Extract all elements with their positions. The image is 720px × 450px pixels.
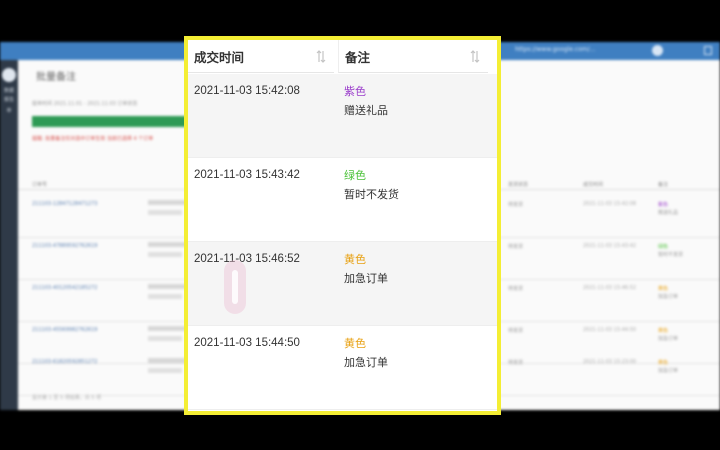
sidebar-item-report[interactable]: 报告 [2, 97, 16, 104]
product-info [148, 284, 188, 289]
page-title: 批量备注 [36, 72, 76, 83]
menu-icon[interactable] [704, 46, 712, 55]
color-tag: 黄色 [658, 328, 669, 334]
color-tag: 黄色 [344, 337, 366, 350]
product-info [148, 336, 182, 341]
deal-time: 2021-11-03 15:42:08 [194, 85, 300, 97]
note-cell: 紫色 赠送礼品 [344, 83, 388, 121]
color-tag: 绿色 [344, 169, 366, 182]
status-text: 待发货 [508, 286, 524, 292]
logo-icon [2, 68, 16, 82]
highlighted-table-panel: 成交时间 备注 2021-11-03 15:42:08 紫色 赠送礼品 2021… [184, 36, 501, 415]
sort-icon[interactable] [470, 50, 480, 63]
color-tag: 紫色 [344, 85, 366, 98]
header-time[interactable]: 成交时间 [188, 40, 334, 73]
note-cell: 黄色 加急订单 [344, 251, 388, 289]
status-text: 待发货 [508, 202, 524, 208]
product-info [148, 252, 182, 257]
order-id[interactable]: 211103-45569982762619 [32, 327, 97, 333]
sort-icon[interactable] [316, 50, 326, 63]
status-text: 待发货 [508, 360, 524, 366]
note-text: 加急订单 [344, 356, 388, 369]
header-order-id[interactable]: 订单号 [32, 181, 47, 188]
product-info [148, 210, 182, 215]
note-text: 加急订单 [658, 294, 679, 300]
time-text: 2021-11-03 15:42:08 [583, 201, 637, 207]
product-info [148, 326, 188, 331]
order-id[interactable]: 211103-61820592851272 [32, 359, 97, 365]
status-text: 待发货 [508, 244, 524, 250]
header-note-label: 备注 [345, 50, 371, 65]
note-text: 暂时不发货 [344, 188, 399, 201]
order-id[interactable]: 211103-47889592762619 [32, 243, 97, 249]
note-text: 暂时不发货 [658, 252, 684, 258]
warning-text: 提醒: 批量备注仅对选中订单生效 当前已选择 4 个订单 [32, 136, 154, 142]
note-cell: 绿色 暂时不发货 [344, 167, 399, 205]
product-info [148, 200, 188, 205]
time-text: 2021-11-03 15:46:52 [583, 285, 637, 291]
deal-time: 2021-11-03 15:46:52 [194, 253, 300, 265]
sidebar-item-order[interactable]: 单 [2, 108, 16, 115]
sidebar: 数据 报告 单 [0, 60, 18, 410]
header-time[interactable]: 成交时间 [583, 181, 603, 188]
note-text: 加急订单 [658, 336, 679, 342]
url-text: https://www.google.com/... [515, 46, 596, 53]
header-note[interactable]: 备注 [338, 40, 488, 73]
header-note[interactable]: 备注 [658, 181, 668, 188]
color-tag: 紫色 [658, 202, 669, 208]
color-tag: 绿色 [658, 244, 669, 250]
table-row[interactable]: 2021-11-03 15:44:50 黄色 加急订单 [188, 326, 497, 410]
deal-time: 2021-11-03 15:43:42 [194, 169, 300, 181]
order-id[interactable]: 211103-40120542185272 [32, 285, 97, 291]
time-text: 2021-11-03 15:44:50 [583, 327, 637, 333]
status-text: 待发货 [508, 328, 524, 334]
product-info [148, 242, 188, 247]
header-status[interactable]: 发货状态 [508, 181, 528, 188]
action-button-group[interactable] [32, 116, 197, 127]
product-info [148, 358, 188, 363]
order-id[interactable]: 211103-12847128471273 [32, 201, 97, 207]
table-footer: 显示第 1 至 5 项结果，共 5 项 [32, 395, 102, 401]
filter-bar[interactable]: 提单时间 2021.11.01 - 2021.11.03 订单状态 [32, 100, 137, 107]
table-row[interactable]: 2021-11-03 15:42:08 紫色 赠送礼品 [188, 74, 497, 158]
color-tag: 黄色 [658, 286, 669, 292]
note-text: 加急订单 [658, 368, 679, 374]
table-row[interactable]: 2021-11-03 15:43:42 绿色 暂时不发货 [188, 158, 497, 242]
note-text: 加急订单 [344, 272, 388, 285]
time-text: 2021-11-03 15:23:00 [583, 359, 637, 365]
note-cell: 黄色 加急订单 [344, 335, 388, 373]
time-text: 2021-11-03 15:43:42 [583, 243, 637, 249]
color-tag: 黄色 [344, 253, 366, 266]
note-text: 赠送礼品 [344, 104, 388, 117]
header-time-label: 成交时间 [194, 50, 245, 65]
avatar[interactable] [652, 45, 663, 56]
product-info [148, 294, 182, 299]
sidebar-item-data[interactable]: 数据 [2, 88, 16, 95]
cursor-icon [224, 260, 246, 314]
deal-time: 2021-11-03 15:44:50 [194, 337, 300, 349]
product-info [148, 368, 182, 373]
note-text: 赠送礼品 [658, 210, 679, 216]
color-tag: 黄色 [658, 360, 669, 366]
